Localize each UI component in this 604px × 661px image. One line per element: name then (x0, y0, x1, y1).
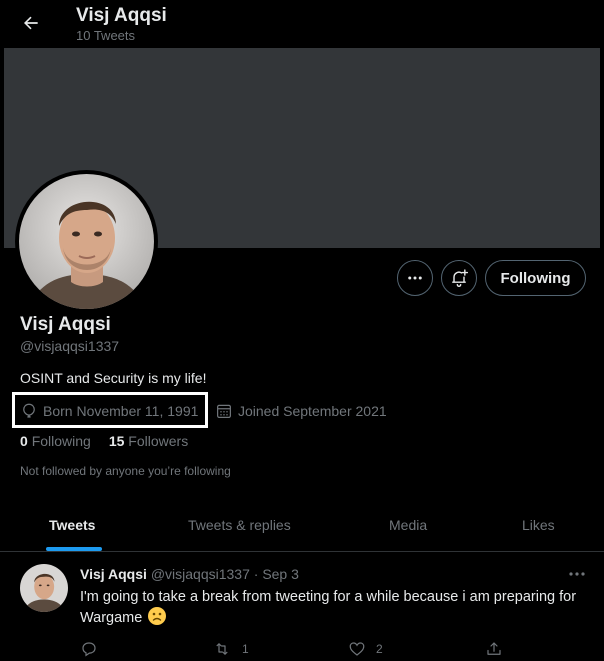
active-tab-indicator (46, 547, 102, 551)
tweet-handle[interactable]: @visjaqqsi1337 (151, 566, 250, 582)
avatar-photo (19, 174, 154, 309)
birthday-meta: Born November 11, 1991 (20, 402, 198, 420)
header-tweet-count: 10 Tweets (76, 28, 136, 43)
more-dots-icon (408, 276, 422, 280)
bell-plus-icon (452, 269, 469, 287)
following-button[interactable]: Following (485, 260, 586, 296)
joined-text: Joined September 2021 (238, 403, 387, 419)
balloon-icon (23, 403, 35, 418)
heart-icon (349, 642, 365, 656)
reply-icon (82, 642, 96, 657)
tweet-author[interactable]: Visj Aqqsi (80, 566, 147, 582)
tweet-avatar[interactable] (20, 564, 68, 612)
like-count: 2 (376, 642, 383, 656)
notifications-button[interactable] (441, 260, 477, 296)
header-title: Visj Aqqsi (76, 5, 167, 26)
tab-tweets-replies[interactable]: Tweets & replies (188, 517, 291, 533)
profile-tabs: Tweets Tweets & replies Media Likes (0, 500, 604, 552)
share-icon (487, 642, 501, 655)
profile-handle: @visjaqqsi1337 (20, 338, 120, 354)
share-action[interactable] (485, 640, 503, 658)
like-action[interactable]: 2 (348, 640, 383, 658)
profile-name: Visj Aqqsi (20, 314, 111, 335)
profile-avatar[interactable] (15, 170, 158, 313)
followers-count-link[interactable]: 15 Followers (109, 433, 188, 449)
more-dots-icon (569, 572, 585, 576)
tweet-date[interactable]: Sep 3 (262, 566, 299, 582)
profile-header: Visj Aqqsi 10 Tweets (0, 0, 604, 48)
following-count-link[interactable]: 0 Following (20, 433, 91, 449)
tweet-more-button[interactable] (565, 564, 589, 584)
tweet-body: I'm going to take a break from tweeting … (80, 587, 585, 628)
tab-media[interactable]: Media (389, 517, 427, 533)
tweet-separator: · (253, 566, 259, 582)
reply-action[interactable] (80, 640, 98, 658)
profile-bio: OSINT and Security is my life! (20, 370, 207, 386)
tab-likes[interactable]: Likes (522, 517, 555, 533)
retweet-count: 1 (242, 642, 249, 656)
retweet-icon (216, 643, 228, 655)
joined-meta: Joined September 2021 (215, 402, 387, 420)
tab-tweets[interactable]: Tweets (49, 517, 95, 533)
more-options-button[interactable] (397, 260, 433, 296)
not-followed-notice: Not followed by anyone you’re following (20, 464, 231, 478)
tweet-header: Visj Aqqsi @visjaqqsi1337 · Sep 3 (80, 566, 299, 582)
birthday-text: Born November 11, 1991 (43, 403, 199, 419)
retweet-action[interactable]: 1 (212, 640, 249, 658)
calendar-icon (217, 404, 231, 418)
back-arrow-icon[interactable] (16, 8, 46, 38)
frowning-face-icon (148, 607, 167, 625)
follow-counts: 0 Following 15 Followers (20, 433, 188, 449)
